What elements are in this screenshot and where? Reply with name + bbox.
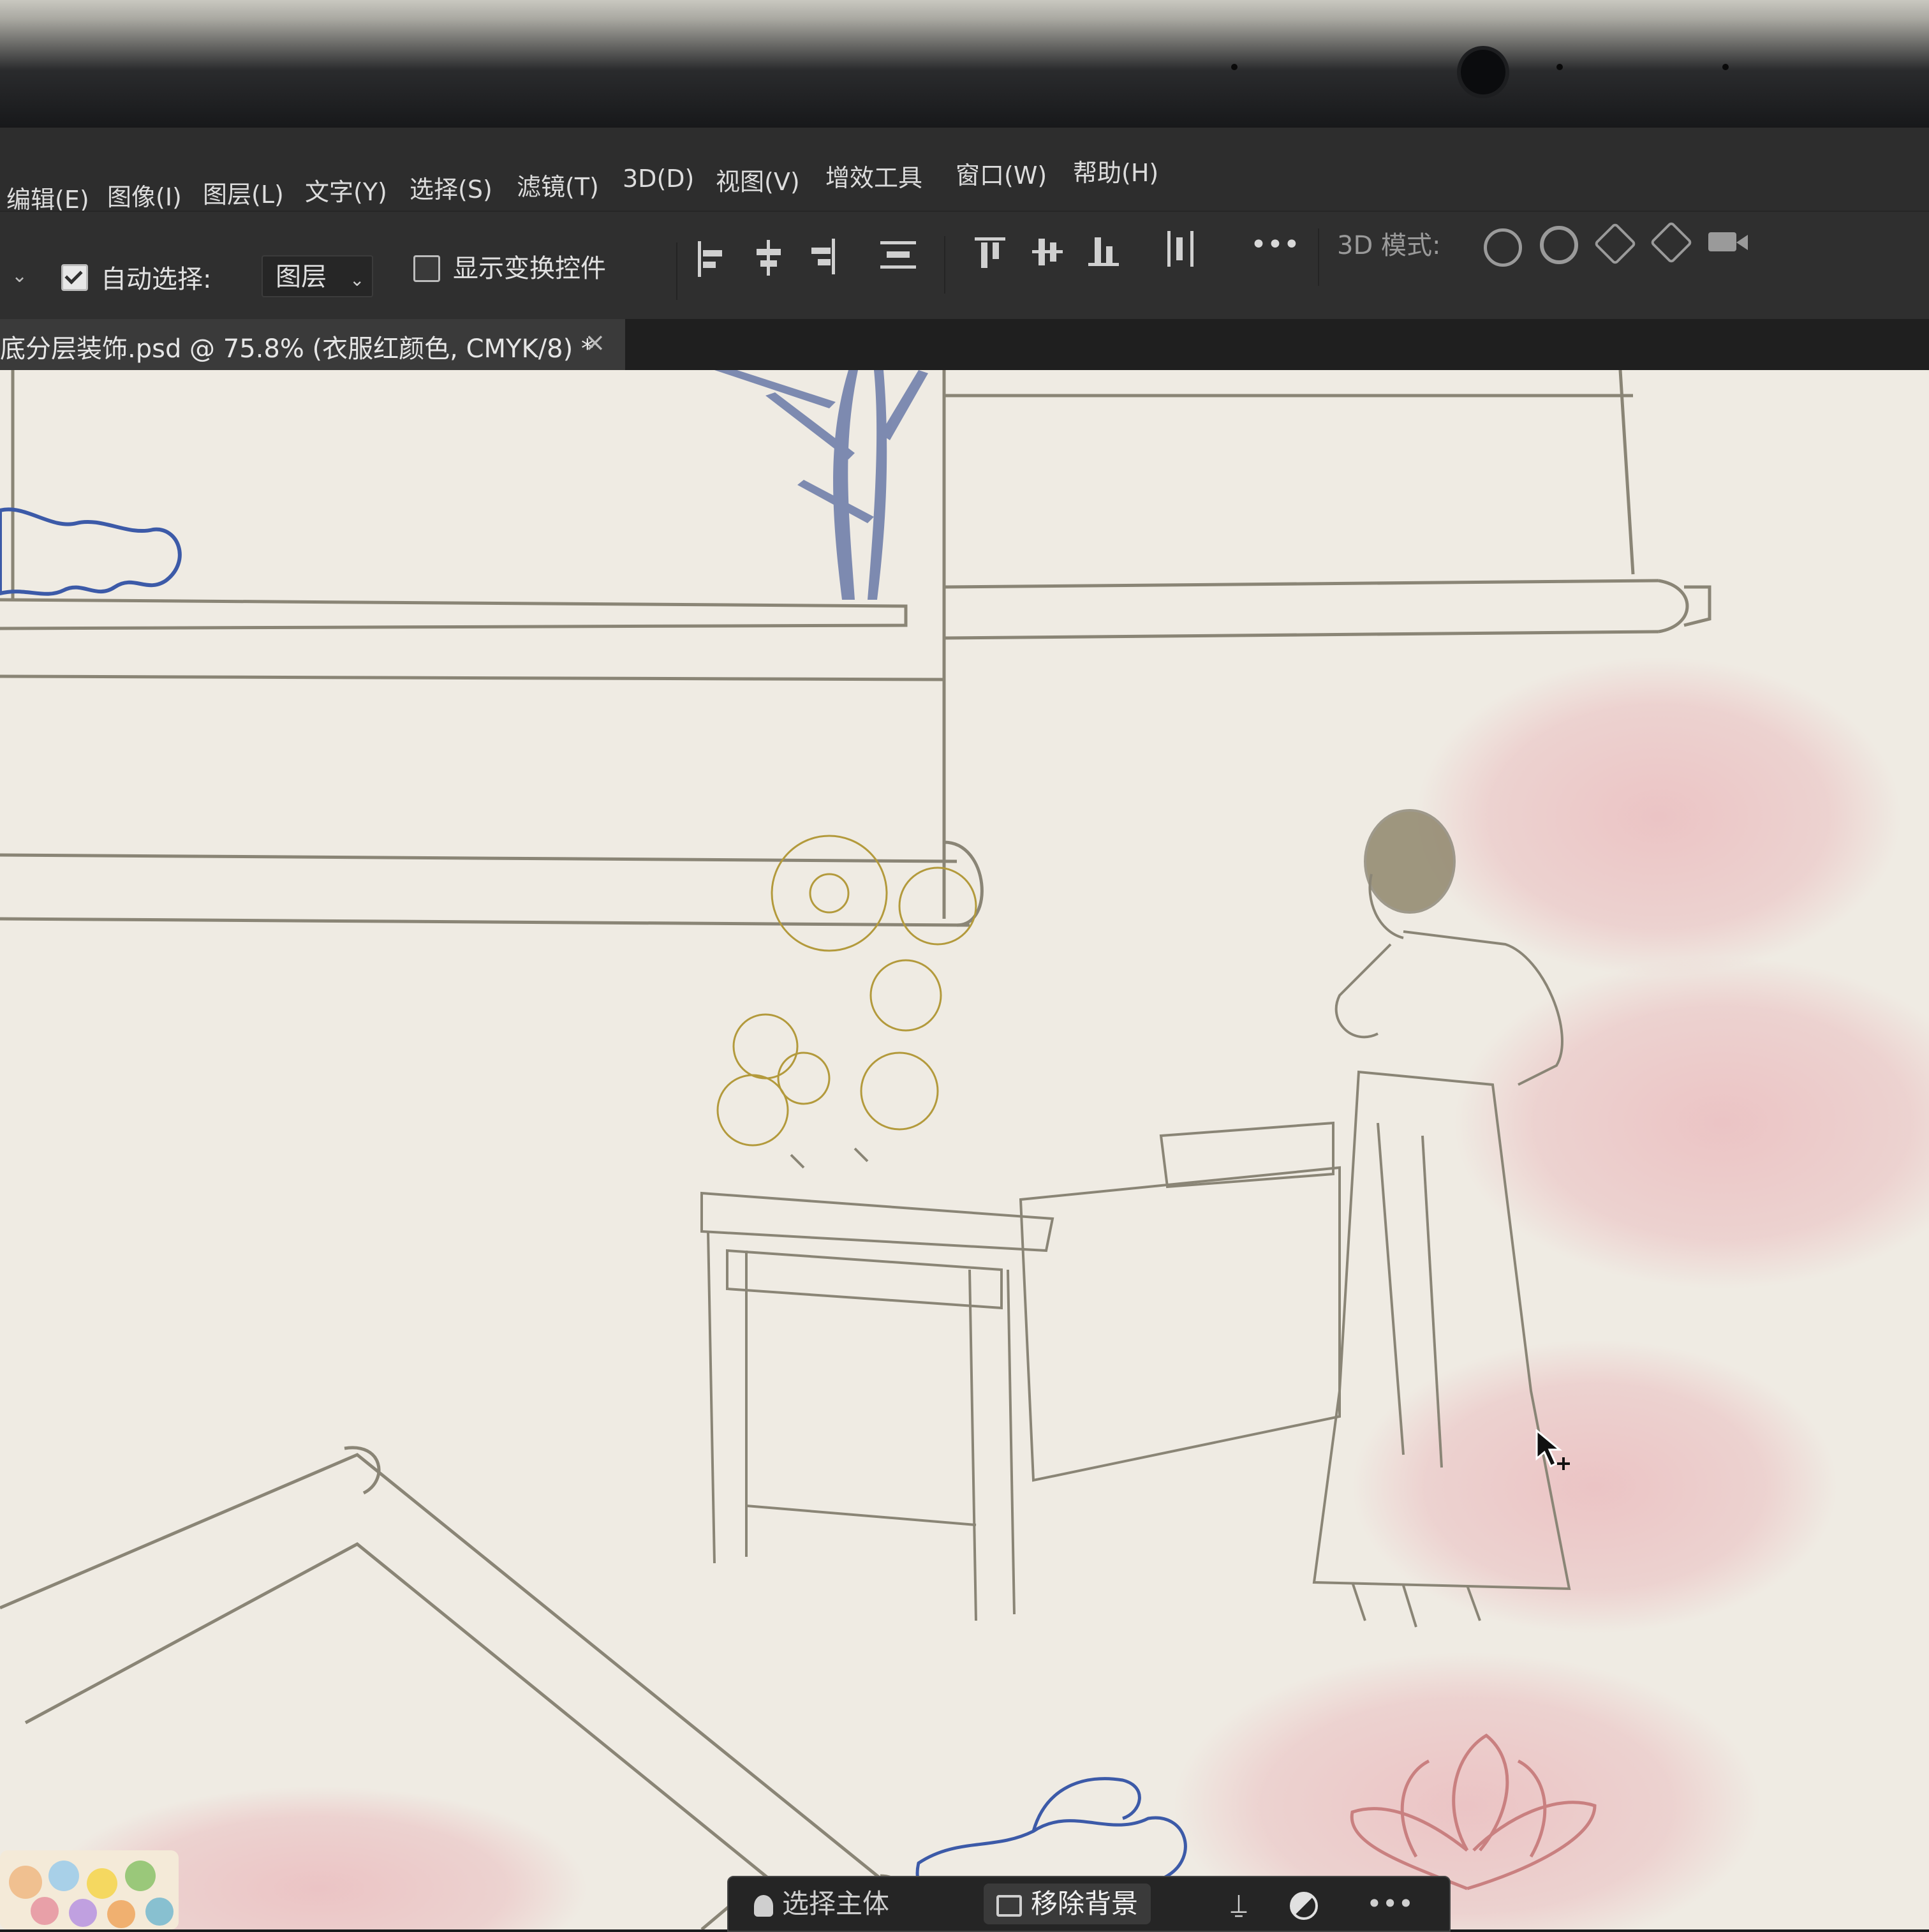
webcam <box>1461 50 1505 94</box>
pink-wash <box>1416 657 1901 976</box>
roll-3d-icon[interactable] <box>1540 226 1578 264</box>
menu-edit[interactable]: 编辑(E) <box>6 180 89 215</box>
menu-layer[interactable]: 图层(L) <box>203 175 284 210</box>
menu-select[interactable]: 选择(S) <box>410 170 492 205</box>
menu-3d[interactable]: 3D(D) <box>623 165 694 193</box>
task-bar-more-button[interactable]: ••• <box>1366 1884 1417 1924</box>
separator <box>676 242 677 300</box>
menu-help[interactable]: 帮助(H) <box>1073 153 1158 188</box>
person-icon <box>754 1894 773 1917</box>
distribute-icon[interactable] <box>880 237 916 276</box>
show-transform-checkbox[interactable] <box>413 255 440 282</box>
menu-plugins[interactable]: 增效工具 <box>825 158 922 193</box>
hanging-scroll-right <box>942 370 1711 640</box>
bamboo <box>714 370 928 600</box>
select-subject-label: 选择主体 <box>782 1888 890 1919</box>
bell-icon[interactable]: ⍊ <box>1220 1884 1258 1924</box>
align-vcenter-icon[interactable] <box>1032 234 1064 272</box>
align-right-icon[interactable] <box>808 239 839 277</box>
pink-wash <box>1454 957 1929 1289</box>
show-transform-label: 显示变换控件 <box>453 254 606 283</box>
remove-background-label: 移除背景 <box>1031 1888 1139 1919</box>
select-subject-button[interactable]: 选择主体 <box>754 1884 889 1924</box>
separator <box>944 236 945 294</box>
move-tool-chevron-icon[interactable]: ⌄ <box>11 265 27 287</box>
contrast-icon[interactable] <box>1290 1884 1328 1924</box>
align-left-icon[interactable] <box>695 241 727 279</box>
chevron-down-icon: ⌄ <box>350 269 365 290</box>
align-hcenter-icon[interactable] <box>753 240 785 278</box>
document-canvas[interactable] <box>0 370 1929 1929</box>
sensor-dot <box>1231 64 1238 70</box>
document-tab-strip: 底分层装饰.psd @ 75.8% (衣服红颜色, CMYK/8) * × <box>0 319 1929 370</box>
close-icon[interactable]: × <box>584 328 606 357</box>
align-top-icon[interactable] <box>975 235 1007 273</box>
sensor-dot <box>1556 64 1563 70</box>
cartoon-sticker <box>0 1850 179 1929</box>
gold-blossoms <box>716 835 977 1147</box>
blue-rock <box>0 507 182 596</box>
camera-3d-lens <box>1736 235 1748 250</box>
document-tab-title: 底分层装饰.psd @ 75.8% (衣服红颜色, CMYK/8) * <box>0 334 594 364</box>
table <box>700 1121 1341 1621</box>
photoshop-window: 编辑(E) 图像(I) 图层(L) 文字(Y) 选择(S) 滤镜(T) 3D(D… <box>0 128 1929 1932</box>
menu-image[interactable]: 图像(I) <box>107 177 182 212</box>
contextual-task-bar: 选择主体 移除背景 ⍊ ••• <box>727 1876 1451 1932</box>
artwork <box>0 370 1929 1929</box>
menu-type[interactable]: 文字(Y) <box>305 172 387 207</box>
document-tab[interactable]: 底分层装饰.psd @ 75.8% (衣服红颜色, CMYK/8) * × <box>0 319 625 370</box>
pink-wash <box>1352 1340 1837 1633</box>
menu-window[interactable]: 窗口(W) <box>956 156 1047 191</box>
mode-3d-label: 3D 模式: <box>1337 231 1441 260</box>
auto-select-checkbox[interactable] <box>61 264 88 291</box>
align-bottom-icon[interactable] <box>1088 232 1120 271</box>
auto-select-label: 自动选择: <box>101 265 212 294</box>
camera-3d-icon[interactable] <box>1708 232 1736 251</box>
menu-view[interactable]: 视图(V) <box>716 162 800 197</box>
menu-filter[interactable]: 滤镜(T) <box>517 167 599 202</box>
sensor-dot <box>1722 64 1729 70</box>
layer-target-value: 图层 <box>276 262 327 292</box>
separator <box>1318 228 1319 286</box>
image-icon <box>996 1894 1022 1917</box>
move-cursor-icon <box>1535 1429 1570 1470</box>
remove-background-button[interactable]: 移除背景 <box>984 1884 1151 1924</box>
more-options-button[interactable]: ••• <box>1250 228 1300 261</box>
menu-bar: 编辑(E) 图像(I) 图层(L) 文字(Y) 选择(S) 滤镜(T) 3D(D… <box>0 128 1929 214</box>
orbit-3d-icon[interactable] <box>1484 228 1522 267</box>
distribute-h-icon[interactable] <box>1165 231 1197 269</box>
